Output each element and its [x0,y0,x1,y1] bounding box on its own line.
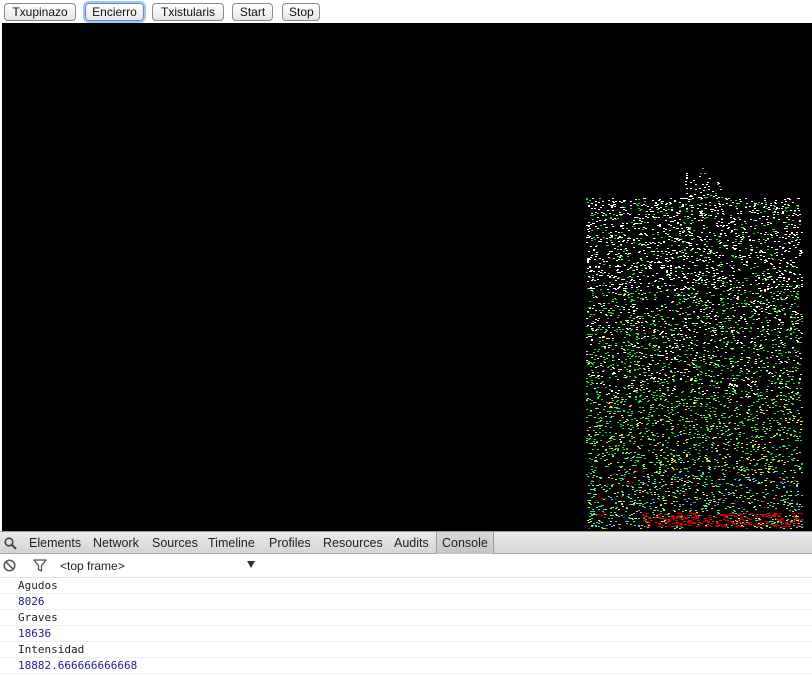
console-line: 8026 [0,594,812,610]
tab-timeline[interactable]: Timeline [203,532,260,554]
search-icon[interactable] [4,537,17,550]
filter-icon[interactable] [33,559,47,572]
tab-audits[interactable]: Audits [389,532,434,554]
frame-selector[interactable]: <top frame> [60,557,260,575]
console-toolbar: <top frame> [0,554,812,578]
console-line: Intensidad [0,642,812,658]
spectrogram-canvas [2,23,812,531]
tab-network[interactable]: Network [88,532,144,554]
console-line: 18636 [0,626,812,642]
console-line: 18882.666666666668 [0,658,812,674]
start-button[interactable]: Start [232,3,273,21]
stop-button[interactable]: Stop [282,3,320,21]
tab-elements[interactable]: Elements [24,532,86,554]
console-line: Graves [0,610,812,626]
tab-sources[interactable]: Sources [147,532,203,554]
console-line: Agudos [0,578,812,594]
tab-console[interactable]: Console [436,532,494,554]
txistularis-button[interactable]: Txistularis [152,3,224,21]
encierro-button[interactable]: Encierro [85,3,144,21]
txupinazo-button[interactable]: Txupinazo [4,3,76,21]
devtools-panel: Elements Network Sources Timeline Profil… [0,531,812,676]
clear-console-icon[interactable] [3,559,16,572]
spectrogram-plot [2,23,812,531]
console-output: Agudos 8026 Graves 18636 Intensidad 18882.666… [0,578,812,674]
tab-profiles[interactable]: Profiles [264,532,316,554]
devtools-toolbar: Elements Network Sources Timeline Profil… [0,531,812,554]
tab-resources[interactable]: Resources [318,532,388,554]
chevron-down-icon[interactable] [246,559,256,569]
button-bar: Txupinazo Encierro Txistularis Start Sto… [0,0,812,23]
